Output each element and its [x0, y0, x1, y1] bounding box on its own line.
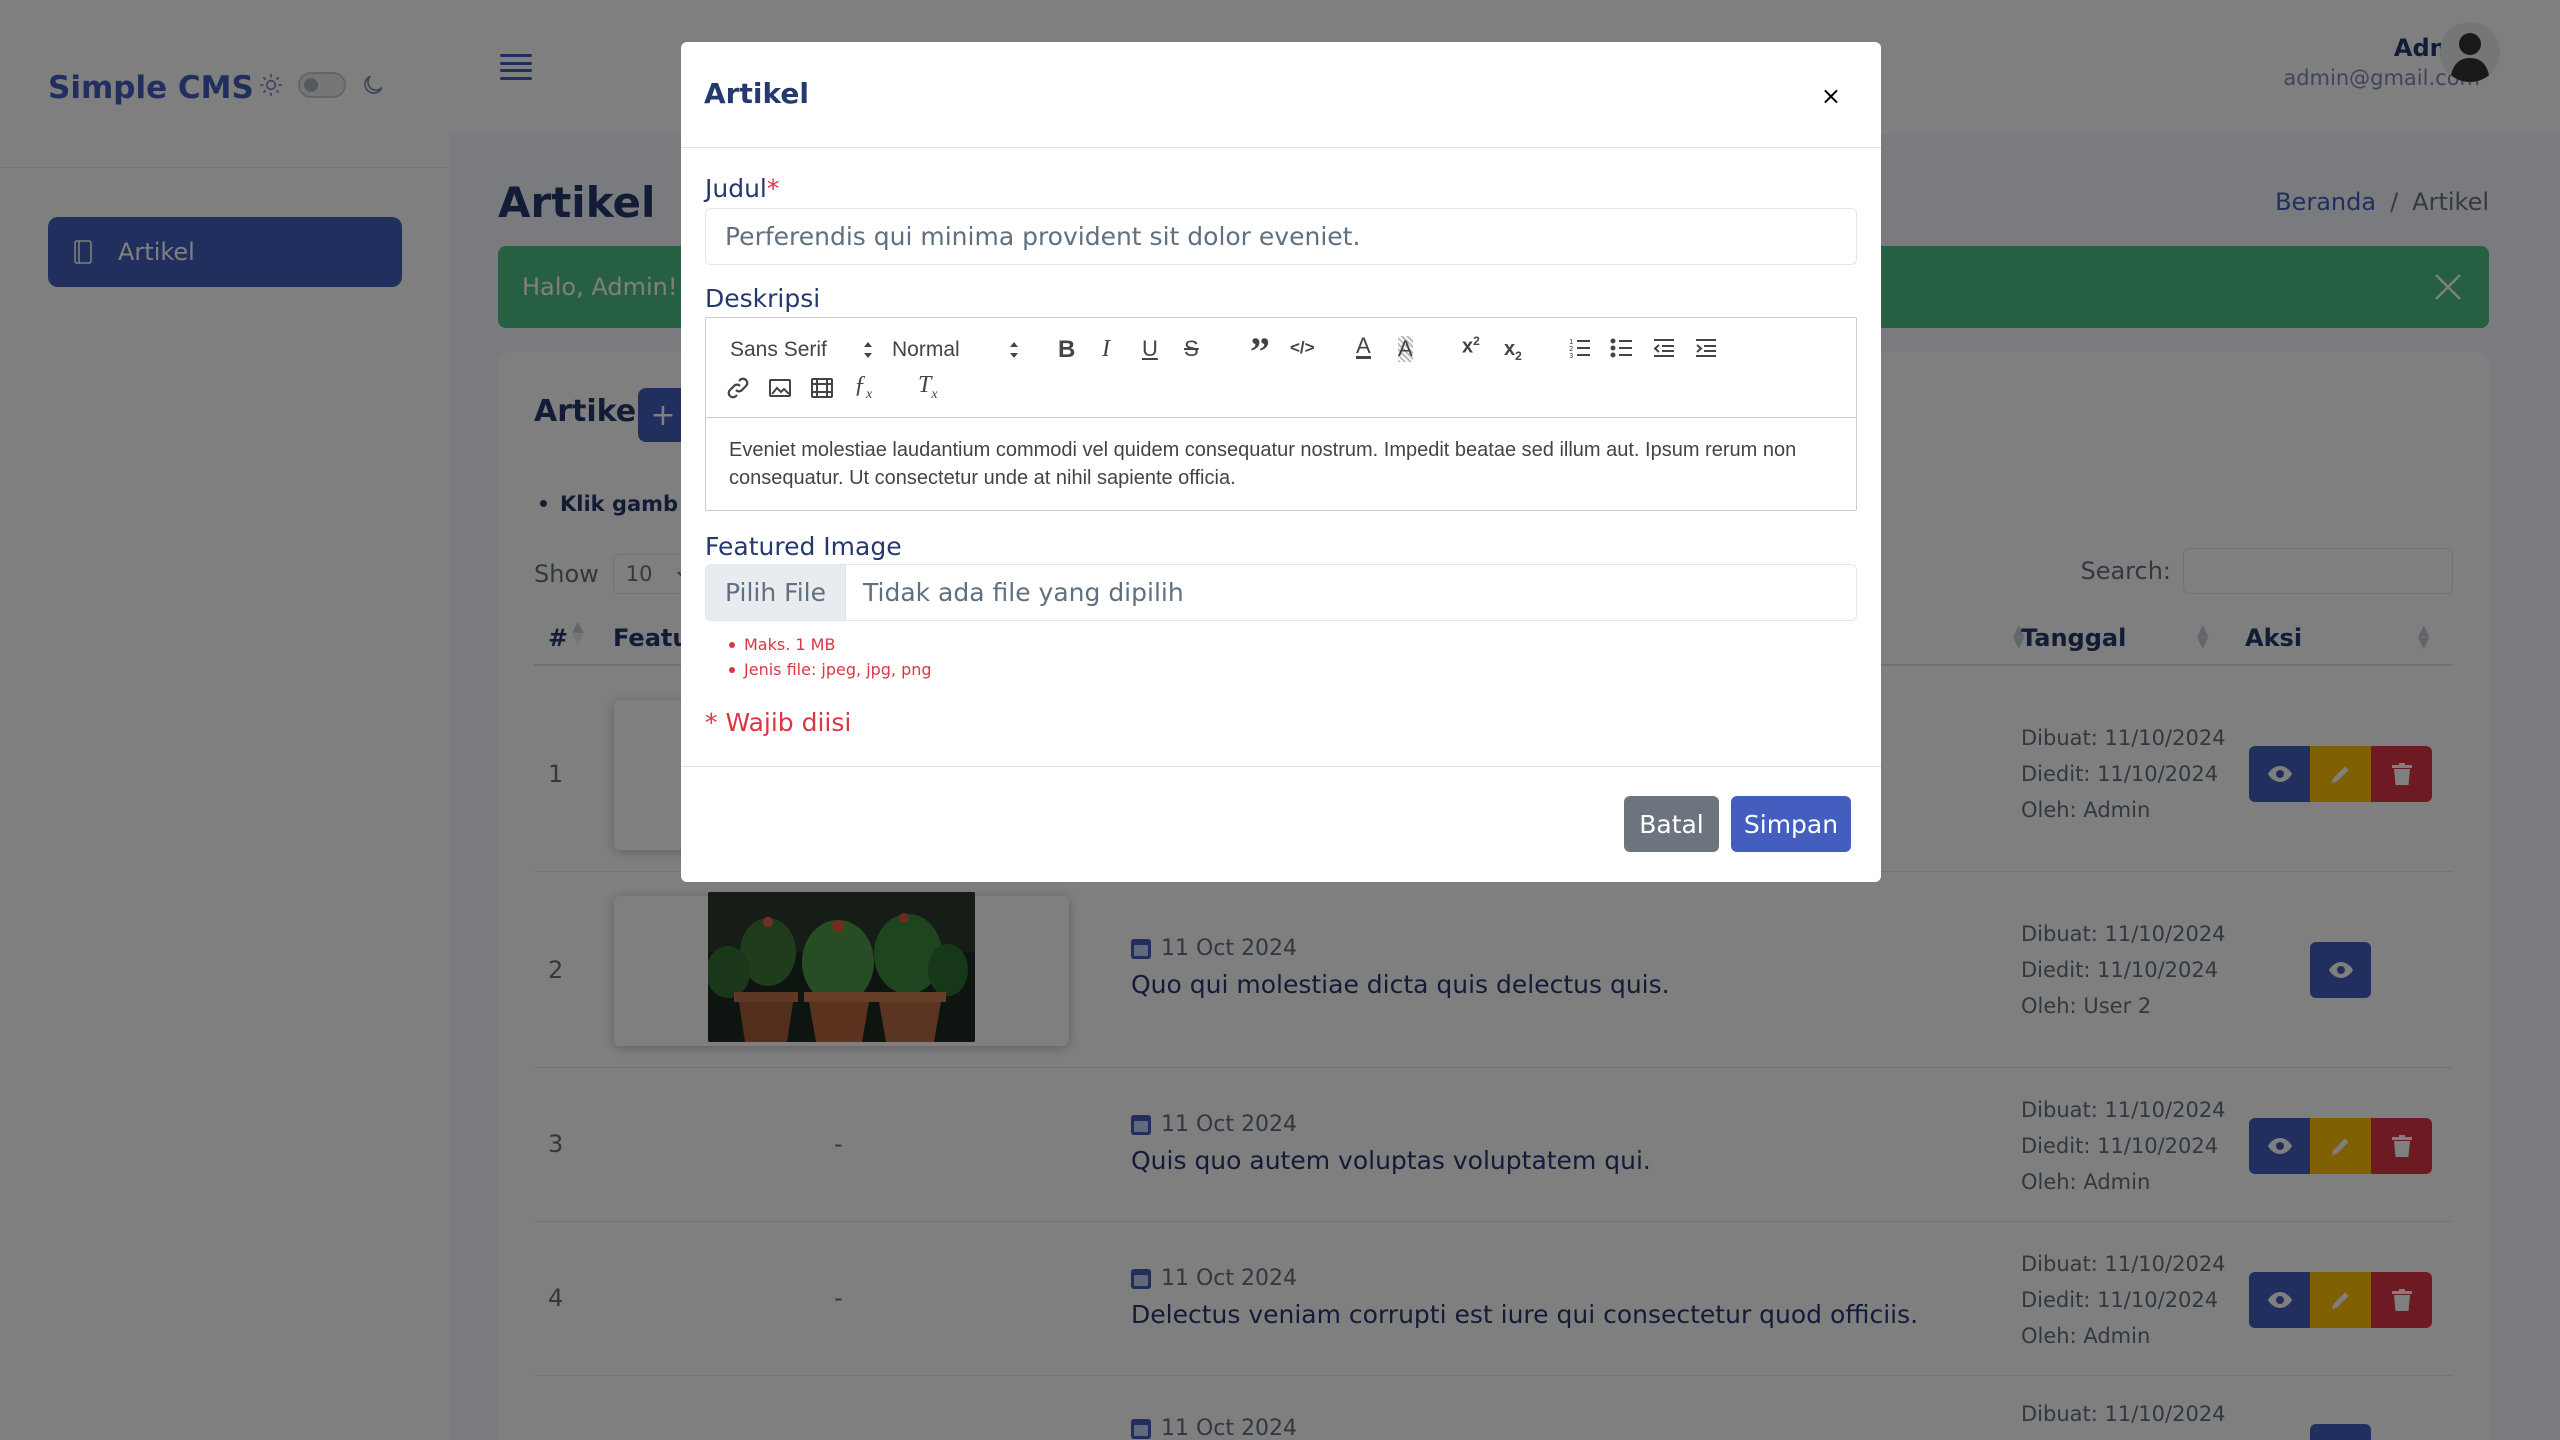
- modal-close-button[interactable]: ×: [1821, 82, 1841, 110]
- file-status: Tidak ada file yang dipilih: [863, 578, 1184, 607]
- image-icon[interactable]: [768, 376, 792, 400]
- modal-footer: Batal Simpan: [681, 766, 1881, 882]
- modal-header: Artikel ×: [681, 42, 1881, 148]
- blockquote-button[interactable]: ”: [1250, 328, 1270, 375]
- cancel-button[interactable]: Batal: [1624, 796, 1719, 852]
- editor-content[interactable]: Eveniet molestiae laudantium commodi vel…: [729, 436, 1816, 492]
- clear-format-button[interactable]: Tx: [918, 372, 938, 403]
- subscript-button[interactable]: x2: [1504, 338, 1522, 363]
- video-icon[interactable]: [810, 376, 834, 400]
- rich-text-editor: Sans Serif Normal B I U S ” </> A A x2 x…: [705, 317, 1857, 511]
- required-mark: *: [766, 174, 780, 203]
- file-input[interactable]: Pilih File Tidak ada file yang dipilih: [705, 564, 1857, 621]
- save-button[interactable]: Simpan: [1731, 796, 1851, 852]
- ordered-list-icon[interactable]: 123: [1568, 336, 1592, 360]
- text-color-button[interactable]: A: [1356, 335, 1371, 359]
- judul-input[interactable]: Perferendis qui minima provident sit dol…: [705, 208, 1857, 265]
- required-note: * Wajib diisi: [705, 708, 852, 737]
- article-modal: Artikel × Judul* Perferendis qui minima …: [681, 42, 1881, 882]
- code-block-button[interactable]: </>: [1290, 338, 1315, 358]
- indent-icon[interactable]: [1694, 336, 1718, 360]
- bullet-list-icon[interactable]: [1610, 336, 1634, 360]
- svg-text:3: 3: [1569, 352, 1573, 360]
- deskripsi-label: Deskripsi: [705, 284, 821, 313]
- featured-image-label: Featured Image: [705, 532, 902, 561]
- note-max-size: Maks. 1 MB: [729, 632, 932, 657]
- modal-title: Artikel: [704, 77, 809, 110]
- font-family-select[interactable]: Sans Serif: [730, 338, 827, 362]
- file-requirements: Maks. 1 MB Jenis file: jpeg, jpg, png: [729, 632, 932, 682]
- select-arrows-icon: [864, 342, 872, 358]
- note-file-types: Jenis file: jpeg, jpg, png: [729, 657, 932, 682]
- bold-button[interactable]: B: [1058, 336, 1075, 364]
- link-icon[interactable]: [726, 376, 750, 400]
- outdent-icon[interactable]: [1652, 336, 1676, 360]
- formula-button[interactable]: ƒx: [854, 372, 872, 403]
- judul-label: Judul*: [705, 174, 780, 203]
- font-size-select[interactable]: Normal: [892, 338, 960, 362]
- background-color-button[interactable]: A: [1398, 336, 1413, 362]
- choose-file-button[interactable]: Pilih File: [706, 565, 846, 620]
- superscript-button[interactable]: x2: [1462, 334, 1480, 359]
- italic-button[interactable]: I: [1102, 336, 1110, 363]
- underline-button[interactable]: U: [1142, 336, 1158, 362]
- select-arrows-icon: [1010, 342, 1018, 358]
- strike-button[interactable]: S: [1184, 336, 1199, 362]
- editor-toolbar: Sans Serif Normal B I U S ” </> A A x2 x…: [706, 318, 1856, 418]
